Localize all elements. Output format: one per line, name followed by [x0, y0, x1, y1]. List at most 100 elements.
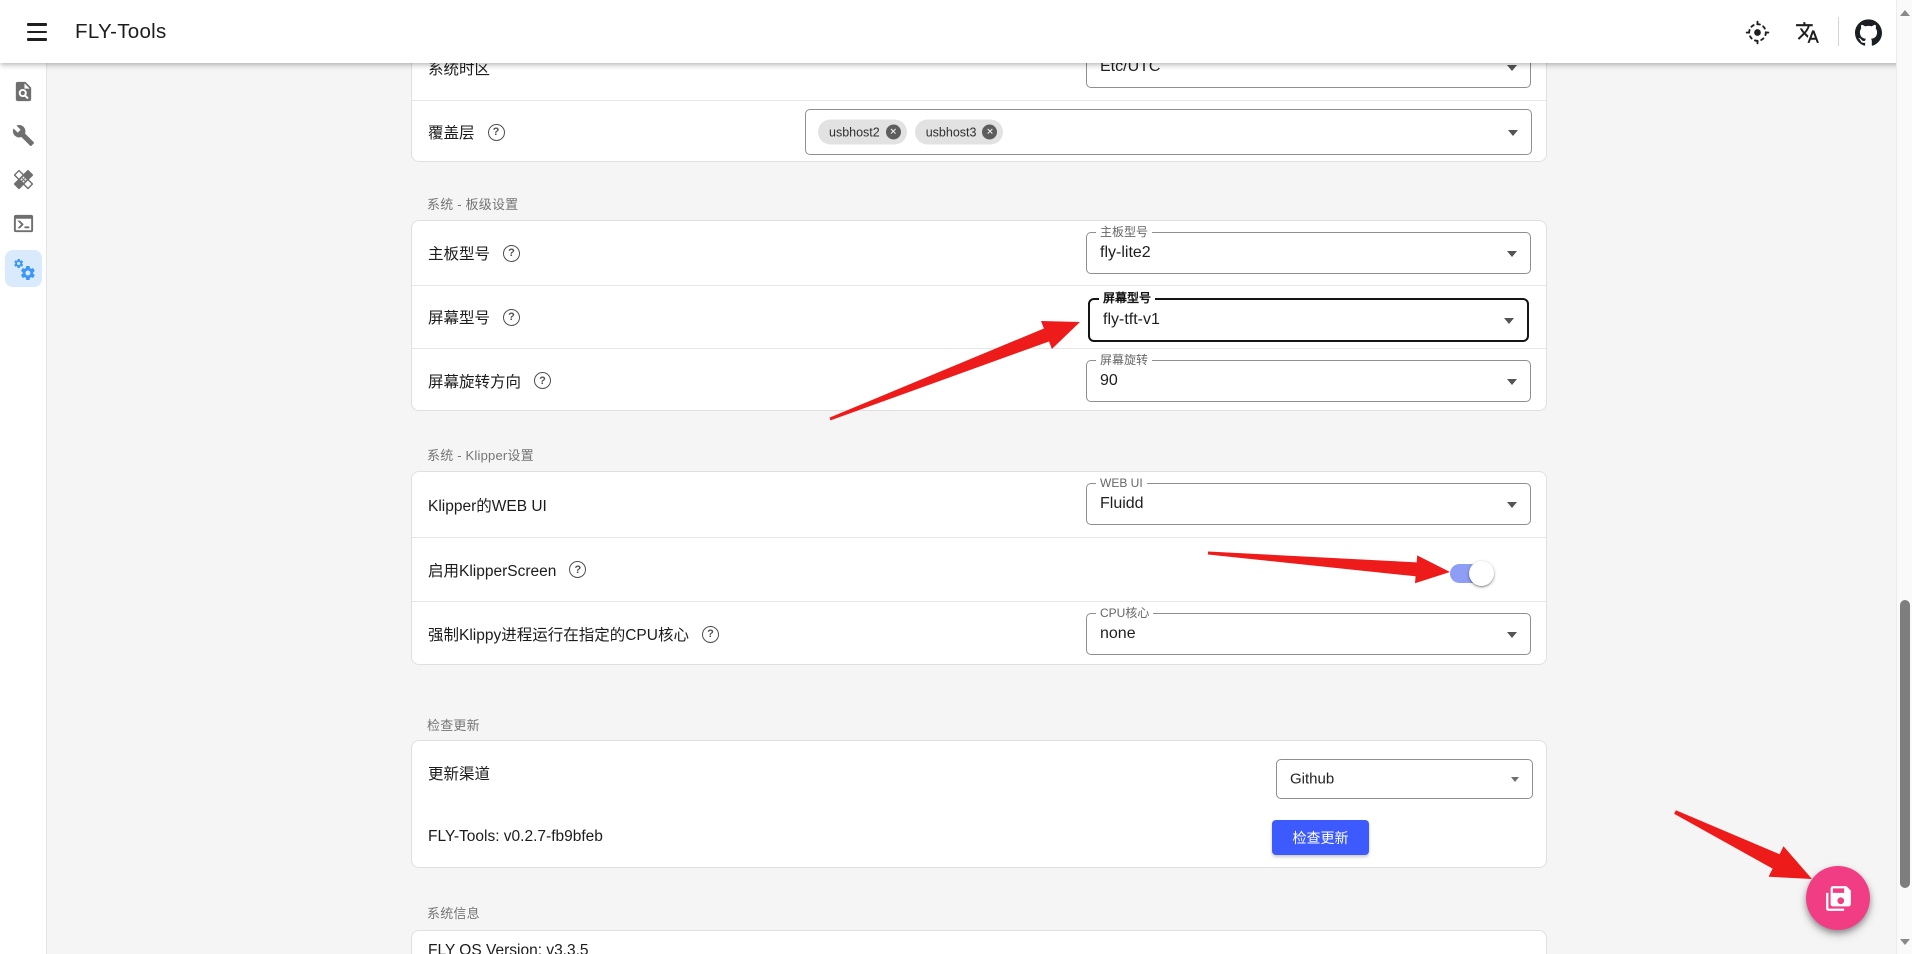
wrench-icon — [12, 124, 35, 147]
save-all-icon — [1825, 885, 1852, 912]
row-klipperscreen: 启用KlipperScreen ? — [412, 537, 1546, 601]
scrollbar-down-arrow[interactable] — [1900, 939, 1910, 950]
update-channel-label-text: 更新渠道 — [428, 762, 490, 784]
flytools-version-text: FLY-Tools: v0.2.7-fb9bfeb — [428, 828, 603, 846]
card-board-settings: 主板型号 ? 主板型号 fly-lite2 屏幕型号 ? 屏幕型号 fly-tf… — [411, 220, 1547, 411]
overlay-multiselect[interactable]: usbhost2 ✕ usbhost3 ✕ — [805, 109, 1532, 155]
card-klipper-settings: Klipper的WEB UI WEB UI Fluidd 启用KlipperSc… — [411, 471, 1547, 665]
chip-label: usbhost2 — [829, 125, 880, 139]
help-icon[interactable]: ? — [503, 245, 520, 262]
row-os-version: FLY OS Version: v3.3.5 — [412, 931, 1546, 954]
row-webui: Klipper的WEB UI WEB UI Fluidd — [412, 472, 1546, 537]
section-board-title: 系统 - 板级设置 — [427, 194, 518, 213]
page-root: 系统时区 Etc/UTC 覆盖层 ? usbhost2 ✕ usbhost — [0, 0, 1912, 954]
chevron-down-icon — [1507, 65, 1517, 76]
help-icon[interactable]: ? — [488, 124, 505, 141]
sidebar-item-file-search[interactable] — [5, 73, 42, 110]
screen-model-label: 屏幕型号 ? — [428, 306, 520, 328]
app-toolbar: FLY-Tools — [0, 0, 1912, 63]
sidebar-item-settings[interactable] — [5, 250, 42, 287]
screen-rotation-label: 屏幕旋转方向 ? — [428, 370, 551, 392]
screen-model-select[interactable]: 屏幕型号 fly-tft-v1 — [1088, 298, 1529, 342]
scrollbar-up-arrow[interactable] — [1900, 5, 1910, 16]
theme-brightness-icon[interactable] — [1739, 14, 1775, 50]
webui-select[interactable]: WEB UI Fluidd — [1086, 483, 1531, 525]
cpu-core-label: 强制Klippy进程运行在指定的CPU核心 ? — [428, 623, 719, 645]
cpu-core-select-value: none — [1100, 625, 1136, 643]
save-all-fab-button[interactable] — [1806, 866, 1870, 930]
chevron-down-icon — [1511, 777, 1519, 786]
overlay-label-text: 覆盖层 — [428, 121, 475, 143]
webui-label-text: Klipper的WEB UI — [428, 494, 547, 516]
chip-usbhost2[interactable]: usbhost2 ✕ — [818, 120, 907, 145]
os-version-text: FLY OS Version: v3.3.5 — [428, 942, 589, 954]
app-title: FLY-Tools — [75, 0, 167, 63]
webui-field-label: WEB UI — [1096, 476, 1147, 490]
row-update-channel: 更新渠道 Github — [412, 741, 1546, 805]
toggle-thumb — [1469, 561, 1494, 586]
healing-icon — [12, 168, 35, 191]
chevron-down-icon — [1507, 502, 1517, 513]
klipperscreen-toggle[interactable] — [1450, 558, 1496, 588]
screen-rotation-select[interactable]: 屏幕旋转 90 — [1086, 360, 1531, 402]
terminal-icon — [12, 212, 35, 235]
mainboard-label: 主板型号 ? — [428, 242, 520, 264]
klipperscreen-label-text: 启用KlipperScreen — [428, 559, 556, 581]
sidebar-nav — [0, 63, 47, 954]
translate-icon[interactable] — [1789, 14, 1825, 50]
scrollbar-thumb[interactable] — [1900, 600, 1910, 888]
row-screen-rotation: 屏幕旋转方向 ? 屏幕旋转 90 — [412, 348, 1546, 412]
help-icon[interactable]: ? — [702, 626, 719, 643]
chip-usbhost3[interactable]: usbhost3 ✕ — [915, 120, 1004, 145]
section-klipper-title: 系统 - Klipper设置 — [427, 445, 534, 464]
check-update-button[interactable]: 检查更新 — [1272, 820, 1369, 855]
klipperscreen-label: 启用KlipperScreen ? — [428, 559, 586, 581]
row-mainboard: 主板型号 ? 主板型号 fly-lite2 — [412, 221, 1546, 285]
scrollbar — [1896, 0, 1912, 954]
screen-rotation-field-label: 屏幕旋转 — [1096, 353, 1152, 367]
help-icon[interactable]: ? — [569, 561, 586, 578]
row-screen-model: 屏幕型号 ? 屏幕型号 fly-tft-v1 — [412, 285, 1546, 348]
help-icon[interactable]: ? — [534, 372, 551, 389]
chevron-down-icon — [1504, 318, 1514, 329]
chevron-down-icon — [1507, 632, 1517, 643]
mainboard-field-label: 主板型号 — [1096, 225, 1152, 239]
update-channel-label: 更新渠道 — [428, 762, 490, 784]
github-icon[interactable] — [1850, 14, 1886, 50]
sidebar-item-healing[interactable] — [5, 161, 42, 198]
screen-model-label-text: 屏幕型号 — [428, 306, 490, 328]
file-search-icon — [12, 80, 35, 103]
overlay-label: 覆盖层 ? — [428, 121, 505, 143]
cpu-core-field-label: CPU核心 — [1096, 606, 1153, 620]
help-icon[interactable]: ? — [503, 309, 520, 326]
mainboard-select[interactable]: 主板型号 fly-lite2 — [1086, 232, 1531, 274]
chevron-down-icon — [1507, 379, 1517, 390]
sidebar-item-tools[interactable] — [5, 117, 42, 154]
row-overlay: 覆盖层 ? usbhost2 ✕ usbhost3 ✕ — [412, 100, 1546, 163]
overlay-chips: usbhost2 ✕ usbhost3 ✕ — [818, 120, 1003, 145]
toolbar-divider — [1838, 17, 1839, 46]
cpu-core-select[interactable]: CPU核心 none — [1086, 613, 1531, 655]
card-check-update: 更新渠道 Github FLY-Tools: v0.2.7-fb9bfeb 检查… — [411, 740, 1547, 868]
update-channel-select[interactable]: Github — [1276, 759, 1533, 799]
settings-gears-icon — [12, 257, 36, 281]
screen-rotation-select-value: 90 — [1100, 372, 1118, 390]
chevron-down-icon — [1507, 251, 1517, 262]
cpu-core-label-text: 强制Klippy进程运行在指定的CPU核心 — [428, 623, 689, 645]
chip-close-icon[interactable]: ✕ — [886, 125, 901, 140]
update-channel-value: Github — [1290, 771, 1334, 788]
screen-rotation-label-text: 屏幕旋转方向 — [428, 370, 521, 392]
row-cpu-core: 强制Klippy进程运行在指定的CPU核心 ? CPU核心 none — [412, 601, 1546, 666]
chip-label: usbhost3 — [926, 125, 977, 139]
webui-select-value: Fluidd — [1100, 495, 1144, 513]
chevron-down-icon — [1508, 130, 1518, 141]
mainboard-select-value: fly-lite2 — [1100, 244, 1151, 262]
menu-icon[interactable] — [20, 15, 54, 49]
flytools-version-label: FLY-Tools: v0.2.7-fb9bfeb — [428, 828, 603, 846]
sidebar-item-terminal[interactable] — [5, 205, 42, 242]
chip-close-icon[interactable]: ✕ — [982, 125, 997, 140]
screen-model-field-label: 屏幕型号 — [1099, 291, 1155, 305]
card-system-info: FLY OS Version: v3.3.5 — [411, 930, 1547, 954]
webui-label: Klipper的WEB UI — [428, 494, 547, 516]
section-sysinfo-title: 系统信息 — [427, 903, 480, 922]
